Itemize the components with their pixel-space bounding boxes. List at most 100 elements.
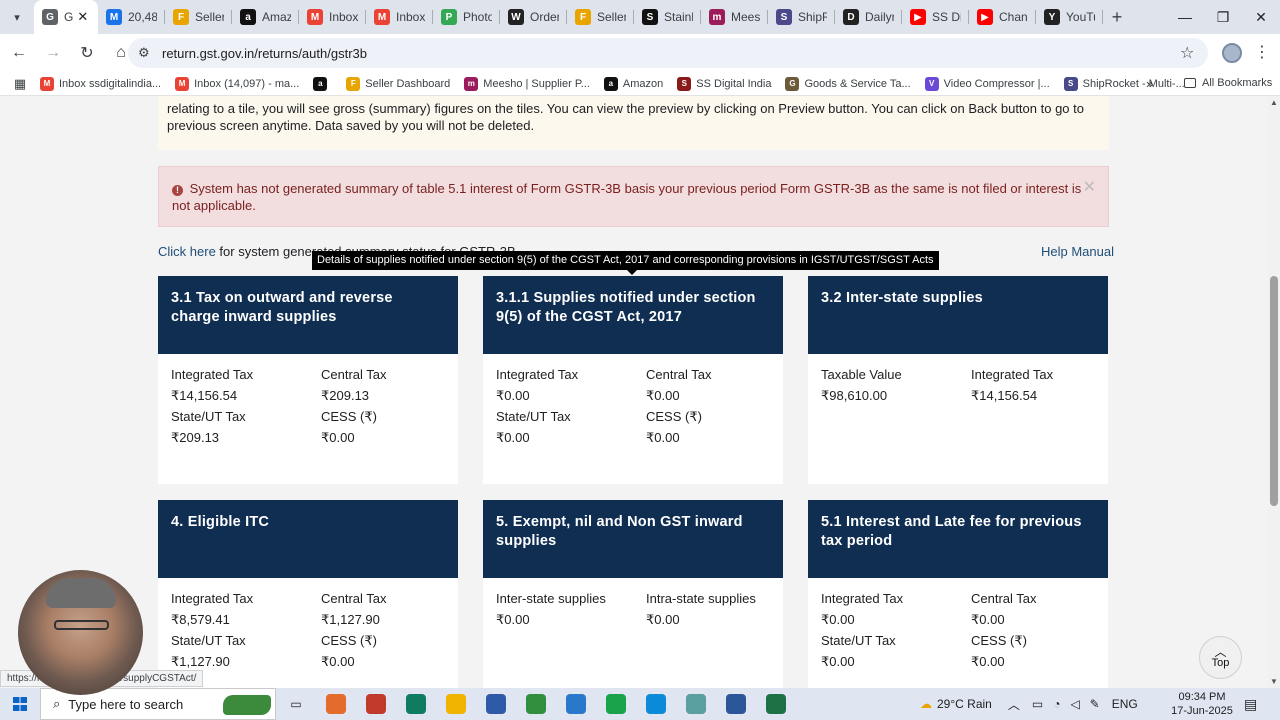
maximize-icon[interactable]: ❐ — [1204, 0, 1242, 34]
tile-title[interactable]: 4. Eligible ITC — [158, 500, 458, 578]
bookmark-item[interactable]: S SS Digital India — [677, 76, 771, 91]
tile-body: Integrated Tax Central Tax ₹14,156.54 ₹209.… — [158, 354, 458, 484]
bookmark-star-icon[interactable]: ☆ — [1180, 43, 1194, 63]
tile-cell: State/UT Tax — [171, 409, 246, 424]
taskbar-app-icon[interactable] — [756, 688, 796, 720]
profile-avatar[interactable] — [1222, 43, 1242, 63]
browser-tab[interactable]: m Meesh — [701, 0, 768, 34]
browser-tab[interactable]: D Dailyn — [835, 0, 902, 34]
bookmark-label: Inbox ssdigitalindia... — [59, 77, 162, 90]
tab-favicon-icon: W — [508, 9, 524, 25]
alert-close-icon[interactable]: ✕ — [1083, 179, 1096, 196]
taskbar-app-icon[interactable] — [716, 688, 756, 720]
browser-tab[interactable]: M Inbox — [299, 0, 366, 34]
summary-tile[interactable]: 3.1.1 Supplies notified under section 9(… — [483, 276, 783, 484]
weather-text[interactable]: 29°C Rain — [937, 697, 992, 711]
taskbar-app-icon[interactable] — [676, 688, 716, 720]
taskbar-app-icon[interactable] — [316, 688, 356, 720]
summary-tile[interactable]: 5.1 Interest and Late fee for previous t… — [808, 500, 1108, 688]
tile-cell: ₹0.00 — [821, 654, 855, 669]
browser-tab[interactable]: ▶ Chann — [969, 0, 1036, 34]
tile-title[interactable]: 5.1 Interest and Late fee for previous t… — [808, 500, 1108, 578]
notification-icon[interactable]: ▤ — [1244, 696, 1257, 713]
browser-tab[interactable]: G G ✕ — [34, 0, 98, 34]
taskbar-app-icon[interactable] — [516, 688, 556, 720]
bookmark-item[interactable]: G Goods & Service Ta... — [785, 76, 911, 91]
browser-tab[interactable]: P Photo — [433, 0, 500, 34]
close-window-icon[interactable]: ✕ — [1242, 0, 1280, 34]
scroll-down-arrow-icon[interactable]: ▼ — [1270, 677, 1278, 686]
tray-overflow-icon[interactable]: ︿ — [1008, 696, 1020, 713]
bookmarks-overflow-icon[interactable]: » — [1146, 76, 1153, 91]
taskbar-app-icon[interactable] — [396, 688, 436, 720]
scroll-top-button[interactable]: ︿ Top — [1199, 636, 1242, 679]
browser-menu-icon[interactable]: ⋮ — [1254, 42, 1270, 62]
bookmark-item[interactable]: S ShipRocket - Multi-... — [1063, 76, 1185, 91]
tile-cell: ₹209.13 — [321, 388, 370, 403]
bookmark-item[interactable]: a Amazon — [603, 76, 663, 91]
help-manual-link[interactable]: Help Manual — [1041, 244, 1114, 259]
bookmark-item[interactable]: m Meesho | Supplier P... — [464, 76, 590, 91]
browser-tab[interactable]: M 20,487 — [98, 0, 165, 34]
bookmark-item[interactable]: M Inbox (14,097) - ma... — [175, 76, 299, 91]
clock[interactable]: 09:34 PM 17-Jun-2025 — [1170, 690, 1234, 718]
bookmark-label: Video Compressor |... — [943, 77, 1050, 90]
pen-icon[interactable]: ✎ — [1090, 697, 1100, 711]
bookmark-item[interactable]: F Seller Dashboard — [346, 76, 450, 91]
browser-tab[interactable]: S ShipR — [768, 0, 835, 34]
bookmark-item[interactable]: V Video Compressor |... — [924, 76, 1050, 91]
new-tab-plus-icon[interactable]: + — [1103, 7, 1131, 28]
tile-cell: ₹14,156.54 — [971, 388, 1038, 403]
tile-title[interactable]: 3.1.1 Supplies notified under section 9(… — [483, 276, 783, 354]
apps-grid-icon[interactable]: ▦ — [0, 76, 40, 92]
tab-favicon-icon: M — [307, 9, 323, 25]
taskbar-app-icon[interactable] — [636, 688, 676, 720]
tile-title[interactable]: 3.1 Tax on outward and reverse charge in… — [158, 276, 458, 354]
browser-tab[interactable]: F Seller — [567, 0, 634, 34]
summary-tile[interactable]: 3.1 Tax on outward and reverse charge in… — [158, 276, 458, 484]
taskbar-app-icon[interactable] — [436, 688, 476, 720]
battery-icon[interactable]: ▭ — [1032, 697, 1043, 711]
summary-tile[interactable]: 4. Eligible ITC Integrated Tax Central Tax… — [158, 500, 458, 688]
scrollbar-thumb[interactable] — [1270, 276, 1278, 506]
browser-tab[interactable]: a Amazo — [232, 0, 299, 34]
bookmark-label: Goods & Service Ta... — [804, 77, 911, 90]
tile-cell: ₹0.00 — [646, 430, 680, 445]
tile-title[interactable]: 3.2 Inter-state supplies — [808, 276, 1108, 354]
back-arrow-icon[interactable]: ← — [4, 38, 34, 68]
browser-tab[interactable]: ▶ SS Dig — [902, 0, 969, 34]
site-settings-icon[interactable]: ⚙ — [138, 45, 162, 61]
start-button[interactable] — [0, 688, 40, 720]
browser-tab[interactable]: F Seller — [165, 0, 232, 34]
scroll-up-arrow-icon[interactable]: ▲ — [1270, 98, 1278, 107]
tab-search-chevron-icon[interactable]: ▾ — [0, 0, 34, 34]
tile-cell: ₹0.00 — [646, 388, 680, 403]
click-here-link[interactable]: Click here — [158, 244, 216, 259]
task-view-icon[interactable]: ▭ — [276, 688, 316, 720]
minimize-icon[interactable]: — — [1166, 0, 1204, 34]
summary-tile[interactable]: 5. Exempt, nil and Non GST inward suppli… — [483, 500, 783, 688]
page-scrollbar[interactable]: ▲ ▼ — [1268, 96, 1280, 688]
reload-icon[interactable]: ↻ — [72, 38, 102, 68]
taskbar-app-icon[interactable] — [356, 688, 396, 720]
browser-tab[interactable]: Y YouTu — [1036, 0, 1103, 34]
network-icon[interactable]: ◔ — [1053, 697, 1060, 711]
tile-title[interactable]: 5. Exempt, nil and Non GST inward suppli… — [483, 500, 783, 578]
bookmark-item[interactable]: a — [313, 76, 332, 91]
volume-icon[interactable]: ◁ — [1070, 697, 1079, 711]
address-bar[interactable]: ⚙ return.gst.gov.in/returns/auth/gstr3b — [128, 38, 1208, 68]
tab-close-icon[interactable]: ✕ — [77, 9, 88, 25]
language-indicator[interactable]: ENG — [1112, 697, 1138, 711]
browser-tab[interactable]: W Order — [500, 0, 567, 34]
browser-tab[interactable]: S Stainle — [634, 0, 701, 34]
taskbar-app-icon[interactable] — [556, 688, 596, 720]
bookmark-item[interactable]: M Inbox ssdigitalindia... — [40, 76, 162, 91]
bookmark-favicon-icon: S — [677, 76, 692, 91]
forward-arrow-icon[interactable]: → — [38, 38, 68, 68]
all-bookmarks-button[interactable]: All Bookmarks — [1184, 77, 1272, 89]
taskbar-app-icon[interactable] — [596, 688, 636, 720]
summary-tile[interactable]: 3.2 Inter-state supplies Taxable Value Int… — [808, 276, 1108, 484]
taskbar-app-icon[interactable] — [476, 688, 516, 720]
browser-tab[interactable]: M Inbox — [366, 0, 433, 34]
weather-icon[interactable]: ☁ — [920, 697, 932, 711]
